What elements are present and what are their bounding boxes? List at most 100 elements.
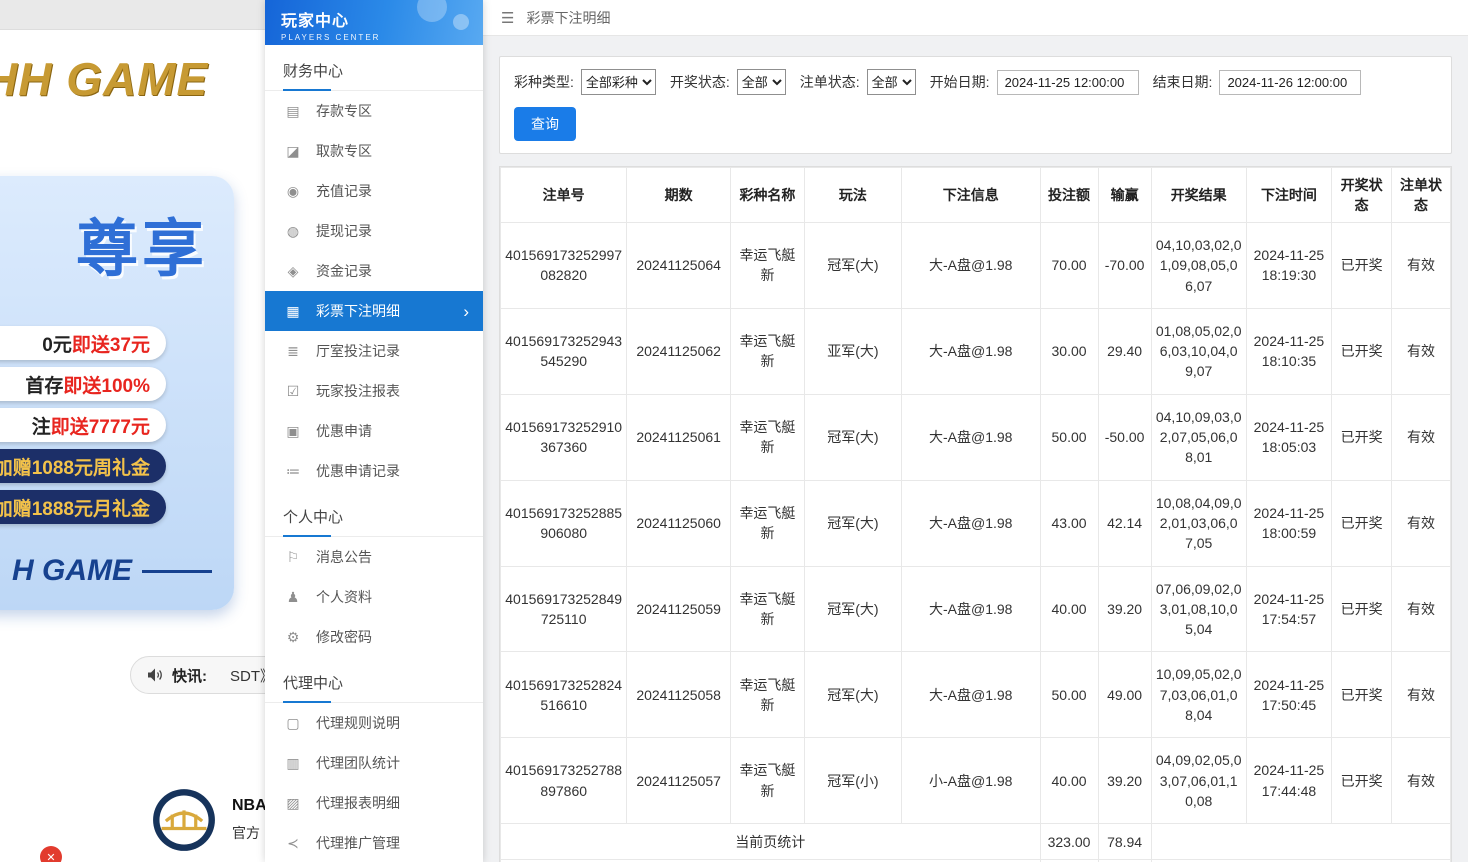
background-site: HH GAME 尊享 0元 即送37元 首存 即送100% 注 即送7777元 … — [0, 0, 265, 862]
nba-promo[interactable]: NBA 官方 — [152, 788, 265, 852]
page-stats-label: 当前页统计 — [501, 824, 1041, 860]
sidebar-item[interactable]: ≔ 优惠申请记录 › — [265, 451, 483, 491]
sidebar-item[interactable]: ▨ 代理报表明细 › — [265, 783, 483, 823]
nba-promo-title: NBA — [232, 797, 265, 815]
cell-bet-time: 2024-11-25 18:00:59 — [1246, 480, 1332, 566]
cell-win-loss: -70.00 — [1098, 223, 1151, 309]
query-button[interactable]: 查询 — [514, 107, 576, 141]
promo-pill[interactable]: 0元 即送37元 — [0, 326, 166, 360]
table-row: 401569173252885906080 20241125060 幸运飞艇新 … — [501, 480, 1451, 566]
column-header: 玩法 — [804, 168, 901, 223]
sidebar-item[interactable]: ◈ 资金记录 › — [265, 251, 483, 291]
filter-start-date: 开始日期: — [930, 70, 1139, 95]
cell-lottery-name: 幸运飞艇新 — [730, 480, 804, 566]
warriors-logo-icon — [152, 788, 216, 852]
sidebar-item[interactable]: ≣ 厅室投注记录 › — [265, 331, 483, 371]
cell-play: 冠军(大) — [804, 566, 901, 652]
sidebar-item[interactable]: ⚐ 消息公告 › — [265, 537, 483, 577]
sidebar-item-label: 存款专区 — [316, 101, 372, 121]
cell-order-status: 有效 — [1392, 738, 1451, 824]
cell-win-loss: 39.20 — [1098, 566, 1151, 652]
sidebar-item[interactable]: ⚙ 修改密码 › — [265, 617, 483, 657]
page-stats-winloss: 78.94 — [1098, 824, 1151, 860]
filter-draw-status: 开奖状态: 全部 — [670, 69, 786, 95]
sidebar-item-label: 代理报表明细 — [316, 793, 400, 813]
cell-order-status: 有效 — [1392, 223, 1451, 309]
deposit-icon: ▤ — [285, 103, 301, 120]
cell-draw-result: 10,08,04,09,02,01,03,06,07,05 — [1151, 480, 1246, 566]
bets-table-panel: 注单号 期数 彩种名称 玩法 下注信息 投注额 输赢 — [499, 166, 1452, 862]
promo-pill[interactable]: 注 即送7777元 — [0, 408, 166, 442]
sidebar-menu: 财务中心 ▤ 存款专区 › ◪ 取款专区 › — [265, 45, 483, 862]
sidebar-item[interactable]: ▣ 优惠申请 › — [265, 411, 483, 451]
promo-pill-accent-text: 即送7777元 — [51, 412, 150, 439]
order-status-select[interactable]: 全部 — [867, 69, 916, 95]
sidebar-item[interactable]: ▢ 代理规则说明 › — [265, 703, 483, 743]
sidebar-item[interactable]: ▦ 彩票下注明细 › — [265, 291, 483, 331]
ticker-text: SDT》笔 — [230, 665, 265, 686]
filter-end-date: 结束日期: — [1153, 70, 1362, 95]
sidebar-item-label: 提现记录 — [316, 221, 372, 241]
cell-draw-result: 01,08,05,02,06,03,10,04,09,07 — [1151, 308, 1246, 394]
sidebar-item[interactable]: ▤ 存款专区 › — [265, 91, 483, 131]
promo-pill[interactable]: 加赠1888元月礼金 — [0, 490, 166, 524]
sidebar-item[interactable]: ≺ 代理推广管理 › — [265, 823, 483, 862]
sidebar-item-label: 厅室投注记录 — [316, 341, 400, 361]
withdraw-icon: ◪ — [285, 143, 301, 160]
cell-draw-status: 已开奖 — [1332, 738, 1392, 824]
cell-draw-result: 04,09,02,05,03,07,06,01,10,08 — [1151, 738, 1246, 824]
table-row: 401569173252849725110 20241125059 幸运飞艇新 … — [501, 566, 1451, 652]
cell-period: 20241125060 — [627, 480, 731, 566]
sidebar-item[interactable]: ♟ 个人资料 › — [265, 577, 483, 617]
sidebar-section-title-text: 财务中心 — [283, 63, 343, 80]
cell-draw-status: 已开奖 — [1332, 566, 1392, 652]
promo-pill[interactable]: 加赠1088元周礼金 — [0, 449, 166, 483]
cell-period: 20241125059 — [627, 566, 731, 652]
sidebar-section: 财务中心 ▤ 存款专区 › ◪ 取款专区 › — [265, 45, 483, 491]
cell-period: 20241125061 — [627, 394, 731, 480]
cell-period: 20241125064 — [627, 223, 731, 309]
table-row: 401569173252943545290 20241125062 幸运飞艇新 … — [501, 308, 1451, 394]
cell-lottery-name: 幸运飞艇新 — [730, 308, 804, 394]
menu-icon[interactable]: ☰ — [501, 9, 514, 27]
page-stats-row: 当前页统计 323.00 78.94 — [501, 824, 1451, 860]
sidebar-item[interactable]: ◉ 充值记录 › — [265, 171, 483, 211]
ticker-label: 快讯: — [172, 665, 207, 686]
promo-pill-text: 注 — [32, 412, 51, 439]
cell-bet-time: 2024-11-25 18:10:35 — [1246, 308, 1332, 394]
filter-panel: 彩种类型: 全部彩种 开奖状态: 全部 注单状态: 全部 — [499, 56, 1452, 154]
sidebar-item[interactable]: ▥ 代理团队统计 › — [265, 743, 483, 783]
start-date-input[interactable] — [997, 70, 1139, 95]
sidebar-item[interactable]: ◍ 提现记录 › — [265, 211, 483, 251]
promo-pill-accent-text: 即送100% — [63, 371, 150, 398]
sidebar-item[interactable]: ☑ 玩家投注报表 › — [265, 371, 483, 411]
cell-play: 冠军(大) — [804, 480, 901, 566]
cell-order-status: 有效 — [1392, 652, 1451, 738]
sidebar-item-label: 优惠申请记录 — [316, 461, 400, 481]
cell-win-loss: 49.00 — [1098, 652, 1151, 738]
column-header: 注单状态 — [1392, 168, 1451, 223]
promo-banner-title: 尊享 — [76, 198, 234, 288]
promo-pill[interactable]: 首存 即送100% — [0, 367, 166, 401]
draw-status-select[interactable]: 全部 — [737, 69, 786, 95]
column-header: 下注信息 — [901, 168, 1040, 223]
cell-lottery-name: 幸运飞艇新 — [730, 738, 804, 824]
cell-order-no: 401569173252885906080 — [501, 480, 627, 566]
cell-order-no: 401569173252997082820 — [501, 223, 627, 309]
lottery-type-label: 彩种类型: — [514, 72, 574, 92]
cell-lottery-name: 幸运飞艇新 — [730, 394, 804, 480]
agent-team-stats-icon: ▥ — [285, 755, 301, 772]
cell-order-status: 有效 — [1392, 480, 1451, 566]
close-icon[interactable]: ✕ — [40, 846, 62, 862]
end-date-input[interactable] — [1219, 70, 1361, 95]
promo-pill-list: 0元 即送37元 首存 即送100% 注 即送7777元 加赠1088元周礼金 … — [0, 326, 234, 524]
lottery-type-select[interactable]: 全部彩种 — [581, 69, 656, 95]
cell-period: 20241125062 — [627, 308, 731, 394]
cell-win-loss: 29.40 — [1098, 308, 1151, 394]
table-row: 401569173252910367360 20241125061 幸运飞艇新 … — [501, 394, 1451, 480]
cell-bet-info: 大-A盘@1.98 — [901, 566, 1040, 652]
cell-order-no: 401569173252943545290 — [501, 308, 627, 394]
speaker-icon — [147, 668, 163, 682]
sidebar-item[interactable]: ◪ 取款专区 › — [265, 131, 483, 171]
topbar: ☰ 彩票下注明细 — [483, 0, 1468, 36]
